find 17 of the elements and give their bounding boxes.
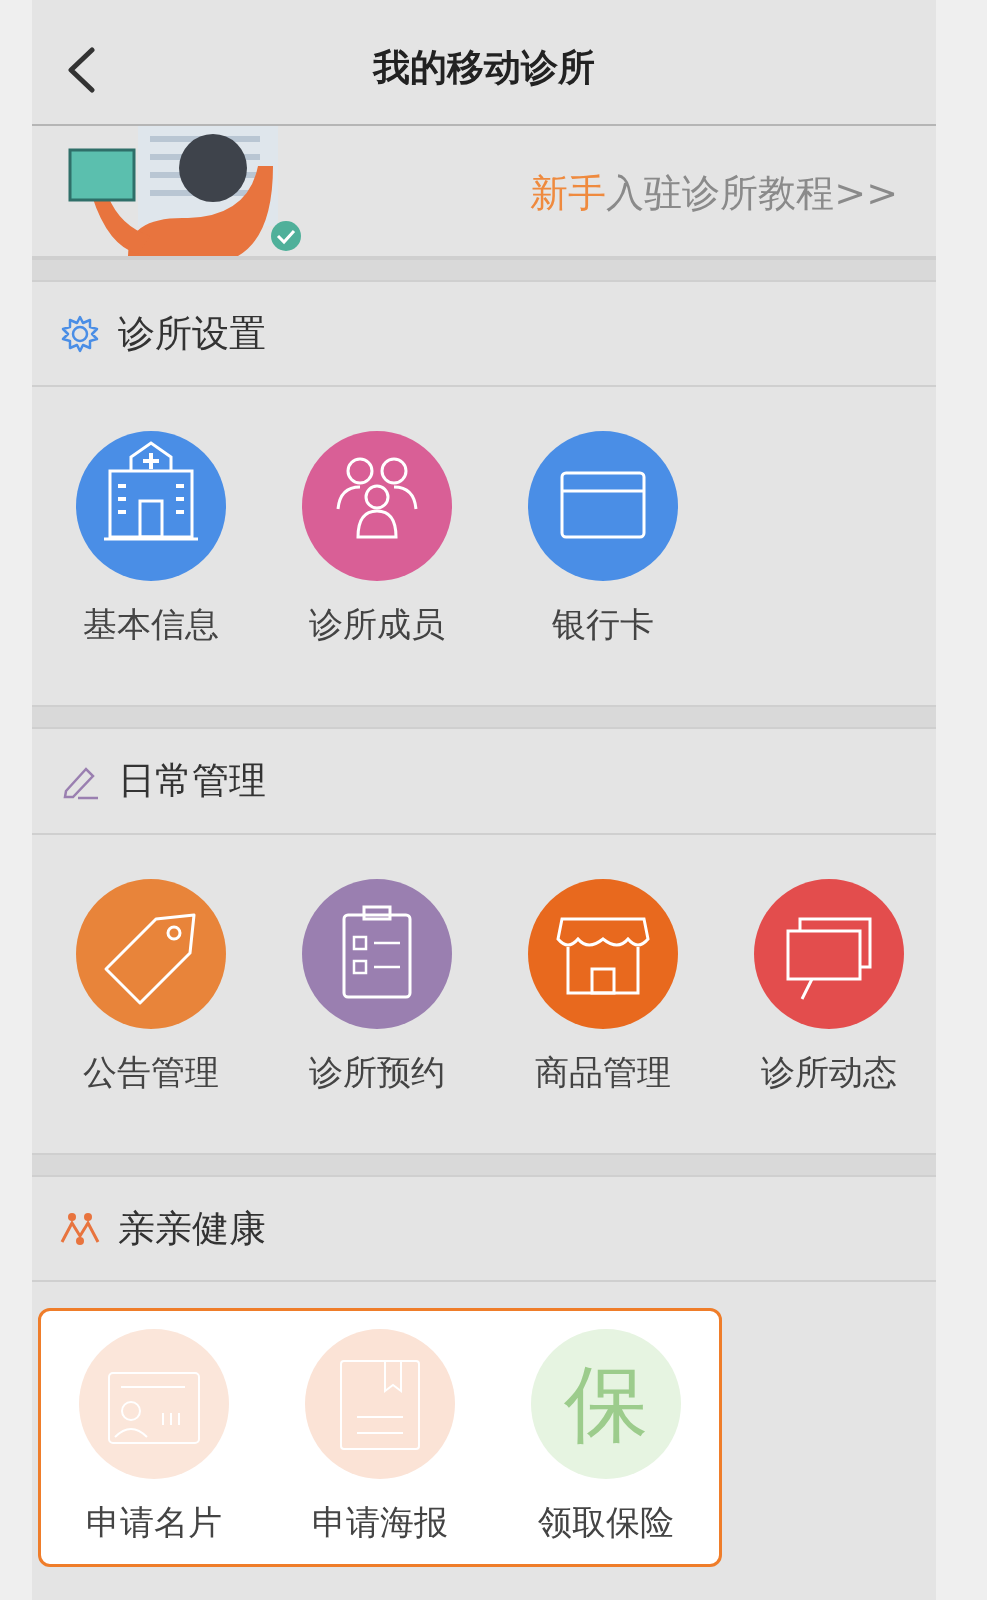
feature-button[interactable]: 诊所动态 [716, 878, 942, 1098]
feature-button[interactable]: 诊所成员 [264, 431, 490, 651]
section-title: 亲亲健康 [118, 1205, 266, 1252]
back-icon [66, 47, 96, 93]
section-title: 日常管理 [118, 758, 266, 805]
feature-button[interactable]: 公告管理 [38, 878, 264, 1098]
feature-button[interactable]: 保 领取保险 [493, 1329, 719, 1549]
glyph-icon: 保 [564, 1362, 648, 1447]
settings-icon [60, 313, 100, 354]
section-title: 诊所设置 [118, 310, 266, 357]
feature-button[interactable]: 申请名片 [41, 1329, 267, 1549]
feature-button[interactable]: 商品管理 [490, 878, 716, 1098]
feature-button[interactable]: 基本信息 [38, 431, 264, 651]
feature-button[interactable]: 诊所预约 [264, 878, 490, 1098]
page-title: 我的移动诊所 [373, 45, 595, 92]
feature-button[interactable]: 申请海报 [267, 1329, 493, 1549]
feature-button[interactable]: 银行卡 [490, 431, 716, 651]
